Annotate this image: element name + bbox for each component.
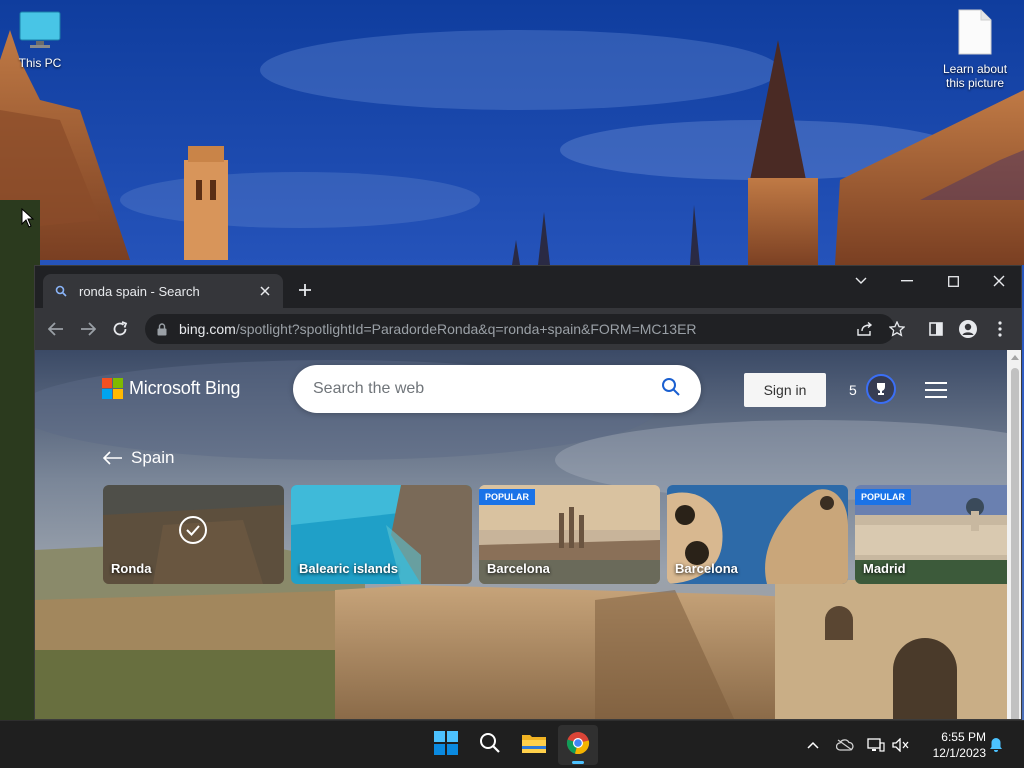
browser-menu-icon[interactable]	[987, 316, 1013, 342]
bing-logo-text: Microsoft Bing	[129, 378, 241, 398]
selected-check-icon	[178, 515, 208, 550]
browser-toolbar: bing.com/spotlight?spotlightId=Paradorde…	[35, 308, 1021, 350]
arrow-left-icon	[103, 451, 123, 465]
reload-button[interactable]	[107, 316, 133, 342]
tab-search-chevron-icon[interactable]	[838, 266, 884, 296]
back-button[interactable]	[43, 316, 69, 342]
windows-start-icon	[434, 730, 458, 760]
card-label: Balearic islands	[299, 561, 398, 576]
browser-window: ronda spain - Search bing.com /spotlight…	[34, 265, 1022, 720]
spotlight-card-madrid-popular[interactable]: POPULAR Madrid	[855, 485, 1007, 584]
desktop-icon-label-line1: Learn about	[942, 62, 1008, 76]
back-to-spain-link[interactable]: Spain	[103, 448, 174, 468]
active-app-indicator	[572, 761, 584, 764]
share-icon[interactable]	[852, 316, 878, 342]
address-bar[interactable]: bing.com/spotlight?spotlightId=Paradorde…	[145, 314, 895, 344]
rewards-points[interactable]: 5	[849, 382, 857, 398]
new-tab-button[interactable]	[293, 278, 317, 302]
close-window-button[interactable]	[976, 266, 1021, 296]
onedrive-cloud-icon[interactable]	[835, 735, 855, 755]
microsoft-logo-icon	[102, 378, 123, 399]
card-label: Barcelona	[675, 561, 738, 576]
tab-close-icon[interactable]	[257, 283, 273, 299]
desktop-icon-learn-about-picture[interactable]: Learn about this picture	[935, 8, 1015, 90]
desktop-icon-this-pc[interactable]: This PC	[0, 10, 80, 70]
search-placeholder: Search the web	[313, 380, 425, 397]
spotlight-card-barcelona-popular[interactable]: POPULAR Barcelona	[479, 485, 660, 584]
spotlight-card-ronda[interactable]: Ronda	[103, 485, 284, 584]
network-icon[interactable]	[866, 735, 886, 755]
windows-taskbar: 6:55 PM 12/1/2023	[0, 720, 1024, 768]
search-icon[interactable]	[661, 377, 681, 402]
search-icon	[479, 732, 501, 759]
card-label: Barcelona	[487, 561, 550, 576]
back-link-label: Spain	[131, 448, 175, 467]
popular-badge: POPULAR	[479, 489, 536, 505]
popular-badge: POPULAR	[855, 489, 912, 505]
document-icon	[935, 8, 1015, 59]
card-label: Madrid	[863, 561, 906, 576]
microsoft-bing-logo[interactable]: Microsoft Bing	[102, 378, 240, 399]
taskbar-file-explorer[interactable]	[514, 725, 554, 765]
url-path: /spotlight?spotlightId=ParadordeRonda&q=…	[235, 321, 697, 337]
spotlight-card-balearic-islands[interactable]: Balearic islands	[291, 485, 472, 584]
scroll-up-arrow-icon[interactable]	[1011, 355, 1019, 360]
bookmark-star-icon[interactable]	[884, 316, 910, 342]
taskbar-search-button[interactable]	[470, 725, 510, 765]
start-button[interactable]	[426, 725, 466, 765]
bing-spotlight-page: Microsoft Bing Search the web Sign in 5 …	[35, 350, 1007, 719]
search-favicon-icon	[53, 283, 69, 299]
browser-tab-active[interactable]: ronda spain - Search	[43, 274, 283, 308]
taskbar-chrome[interactable]	[558, 725, 598, 765]
hamburger-menu-icon[interactable]	[925, 382, 947, 398]
notification-bell-icon[interactable]	[986, 735, 1006, 755]
card-label: Ronda	[111, 561, 152, 576]
tab-title: ronda spain - Search	[79, 283, 200, 299]
chrome-icon	[566, 731, 590, 760]
profile-avatar-icon[interactable]	[955, 316, 981, 342]
rewards-trophy-icon[interactable]	[866, 374, 896, 404]
lock-icon	[157, 322, 167, 336]
minimize-button[interactable]	[884, 266, 930, 296]
volume-muted-icon[interactable]	[891, 735, 911, 755]
scrollbar-thumb[interactable]	[1011, 368, 1019, 719]
taskbar-clock[interactable]: 6:55 PM 12/1/2023	[918, 729, 986, 761]
forward-button[interactable]	[75, 316, 101, 342]
clock-time: 6:55 PM	[941, 730, 986, 744]
page-scrollbar[interactable]	[1007, 350, 1021, 719]
bing-search-input[interactable]: Search the web	[293, 365, 701, 413]
spotlight-card-barcelona[interactable]: Barcelona	[667, 485, 848, 584]
desktop-icon-label-line2: this picture	[945, 76, 1005, 90]
clock-date: 12/1/2023	[932, 746, 986, 760]
side-panel-icon[interactable]	[923, 316, 949, 342]
file-explorer-icon	[521, 732, 547, 759]
maximize-button[interactable]	[930, 266, 976, 296]
url-host: bing.com	[179, 321, 236, 337]
mouse-cursor-icon	[21, 208, 35, 228]
browser-title-bar: ronda spain - Search	[35, 266, 1021, 308]
show-hidden-icons-chevron-icon[interactable]	[803, 735, 823, 755]
monitor-icon	[0, 10, 80, 53]
desktop-icon-label: This PC	[18, 56, 62, 70]
sign-in-button[interactable]: Sign in	[744, 373, 826, 407]
